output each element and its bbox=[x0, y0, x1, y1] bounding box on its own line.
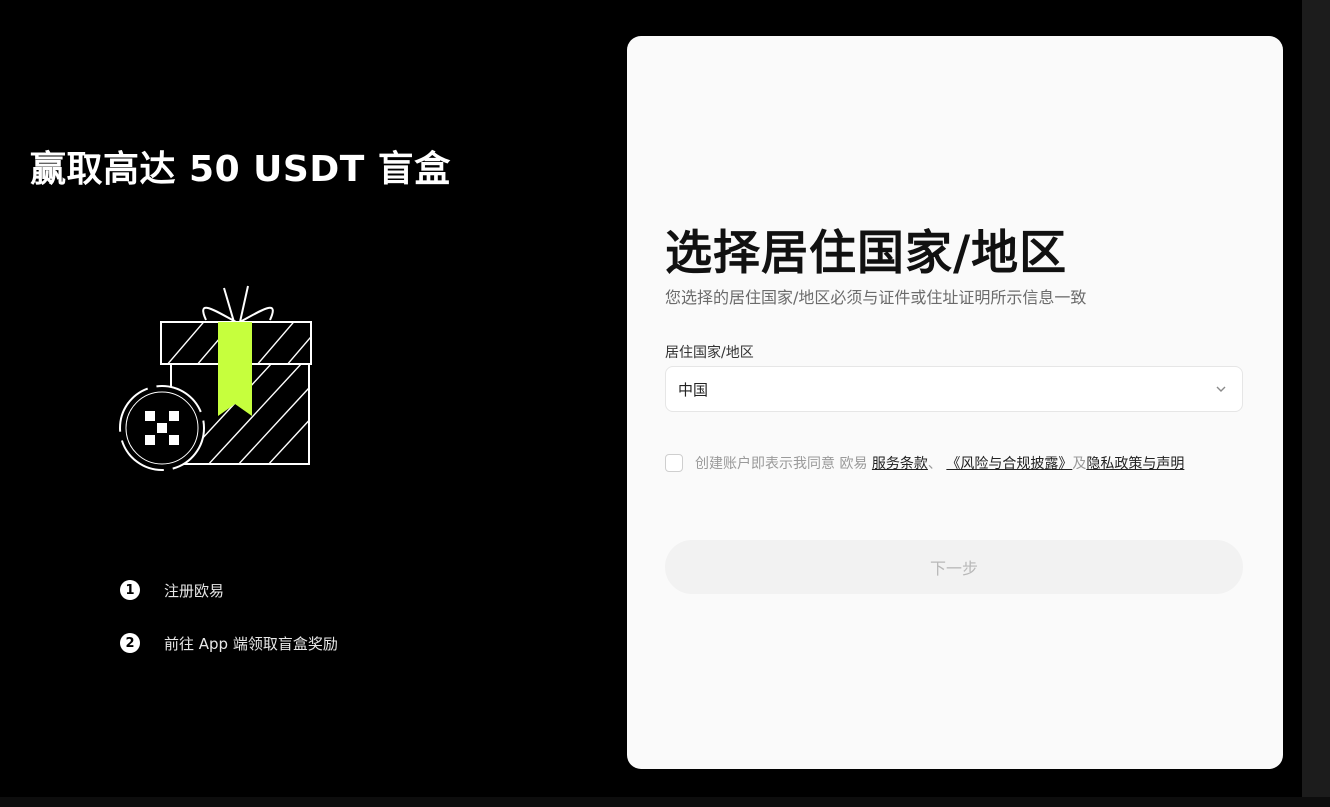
country-field-label: 居住国家/地区 bbox=[665, 345, 754, 361]
page-title: 选择居住国家/地区 bbox=[665, 226, 1068, 281]
next-step-button[interactable]: 下一步 bbox=[665, 540, 1243, 594]
terms-of-service-link[interactable]: 服务条款 bbox=[872, 456, 928, 472]
step-item: 1 注册欧易 bbox=[120, 578, 338, 602]
scrollbar-track[interactable] bbox=[1302, 0, 1330, 807]
agreement-text: 创建账户即表示我同意 欧易 服务条款、 《风险与合规披露》及隐私政策与声明 bbox=[695, 452, 1247, 476]
step-item: 2 前往 App 端领取盲盒奖励 bbox=[120, 631, 338, 655]
agreement-separator: 、 bbox=[927, 456, 942, 472]
agreement-and: 及 bbox=[1072, 456, 1087, 472]
agreement-prefix: 创建账户即表示我同意 欧易 bbox=[695, 456, 868, 472]
promo-title: 赢取高达 50 USDT 盲盒 bbox=[30, 149, 451, 190]
step-number: 1 bbox=[120, 580, 140, 600]
country-select[interactable]: 中国 bbox=[665, 366, 1243, 412]
agree-checkbox[interactable] bbox=[665, 454, 683, 472]
step-text: 注册欧易 bbox=[164, 581, 225, 600]
privacy-policy-link[interactable]: 隐私政策与声明 bbox=[1086, 456, 1184, 472]
chevron-down-icon bbox=[1216, 386, 1226, 392]
step-number: 2 bbox=[120, 633, 140, 653]
risk-disclosure-link[interactable]: 《风险与合规披露》 bbox=[946, 456, 1072, 472]
page-subtitle: 您选择的居住国家/地区必须与证件或住址证明所示信息一致 bbox=[665, 288, 1087, 307]
country-select-value: 中国 bbox=[678, 380, 709, 399]
step-text: 前往 App 端领取盲盒奖励 bbox=[164, 634, 338, 653]
promo-steps: 1 注册欧易 2 前往 App 端领取盲盒奖励 bbox=[120, 578, 338, 684]
bottom-edge bbox=[0, 797, 1330, 807]
country-select-card: 选择居住国家/地区 您选择的居住国家/地区必须与证件或住址证明所示信息一致 居住… bbox=[627, 36, 1283, 769]
gift-box-icon bbox=[119, 285, 312, 471]
page: 赢取高达 50 USDT 盲盒 1 注册欧易 2 前往 App 端领取盲盒奖励 … bbox=[0, 0, 1330, 807]
